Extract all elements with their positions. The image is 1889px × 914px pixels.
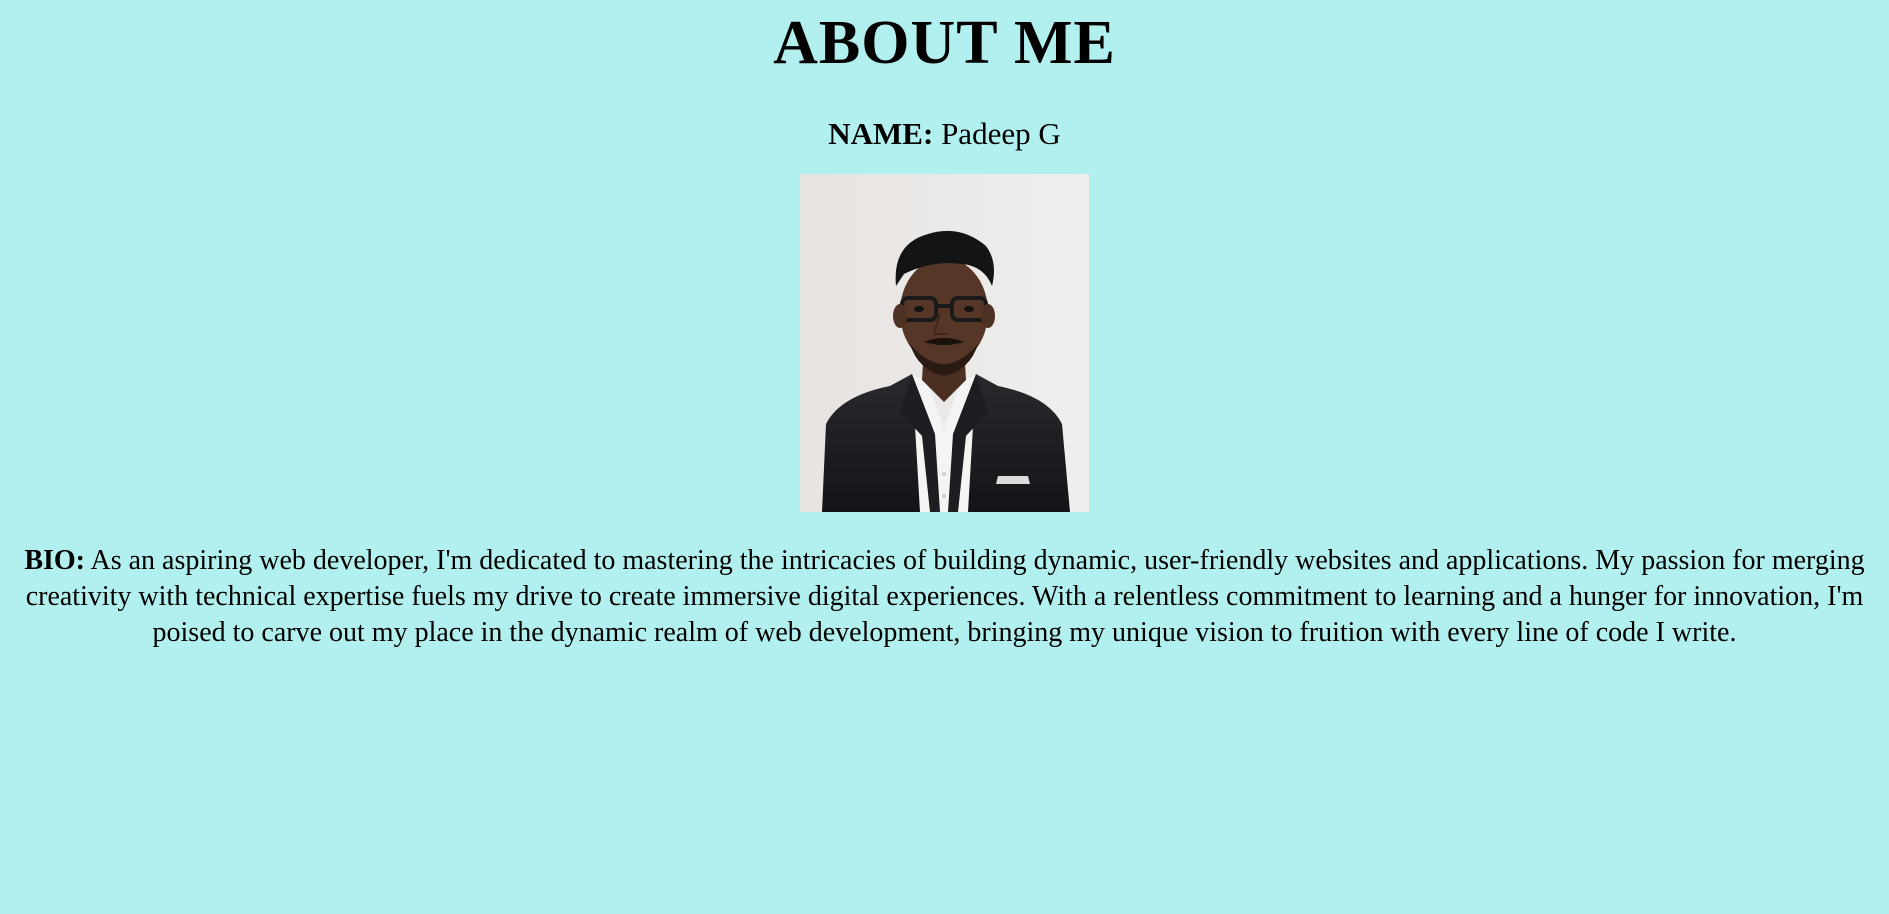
bio-paragraph: BIO: As an aspiring web developer, I'm d… [22,543,1867,651]
about-page: ABOUT ME NAME: Padeep G BIO: As an aspir… [0,0,1889,914]
name-label: NAME: [828,116,934,151]
name-value: Padeep G [941,116,1061,151]
name-line: NAME: Padeep G [0,116,1889,152]
bio-text: As an aspiring web developer, I'm dedica… [25,545,1865,648]
bio-label: BIO: [24,545,86,576]
profile-photo [800,174,1089,512]
person-portrait-icon [800,174,1089,512]
page-title: ABOUT ME [773,9,1116,77]
